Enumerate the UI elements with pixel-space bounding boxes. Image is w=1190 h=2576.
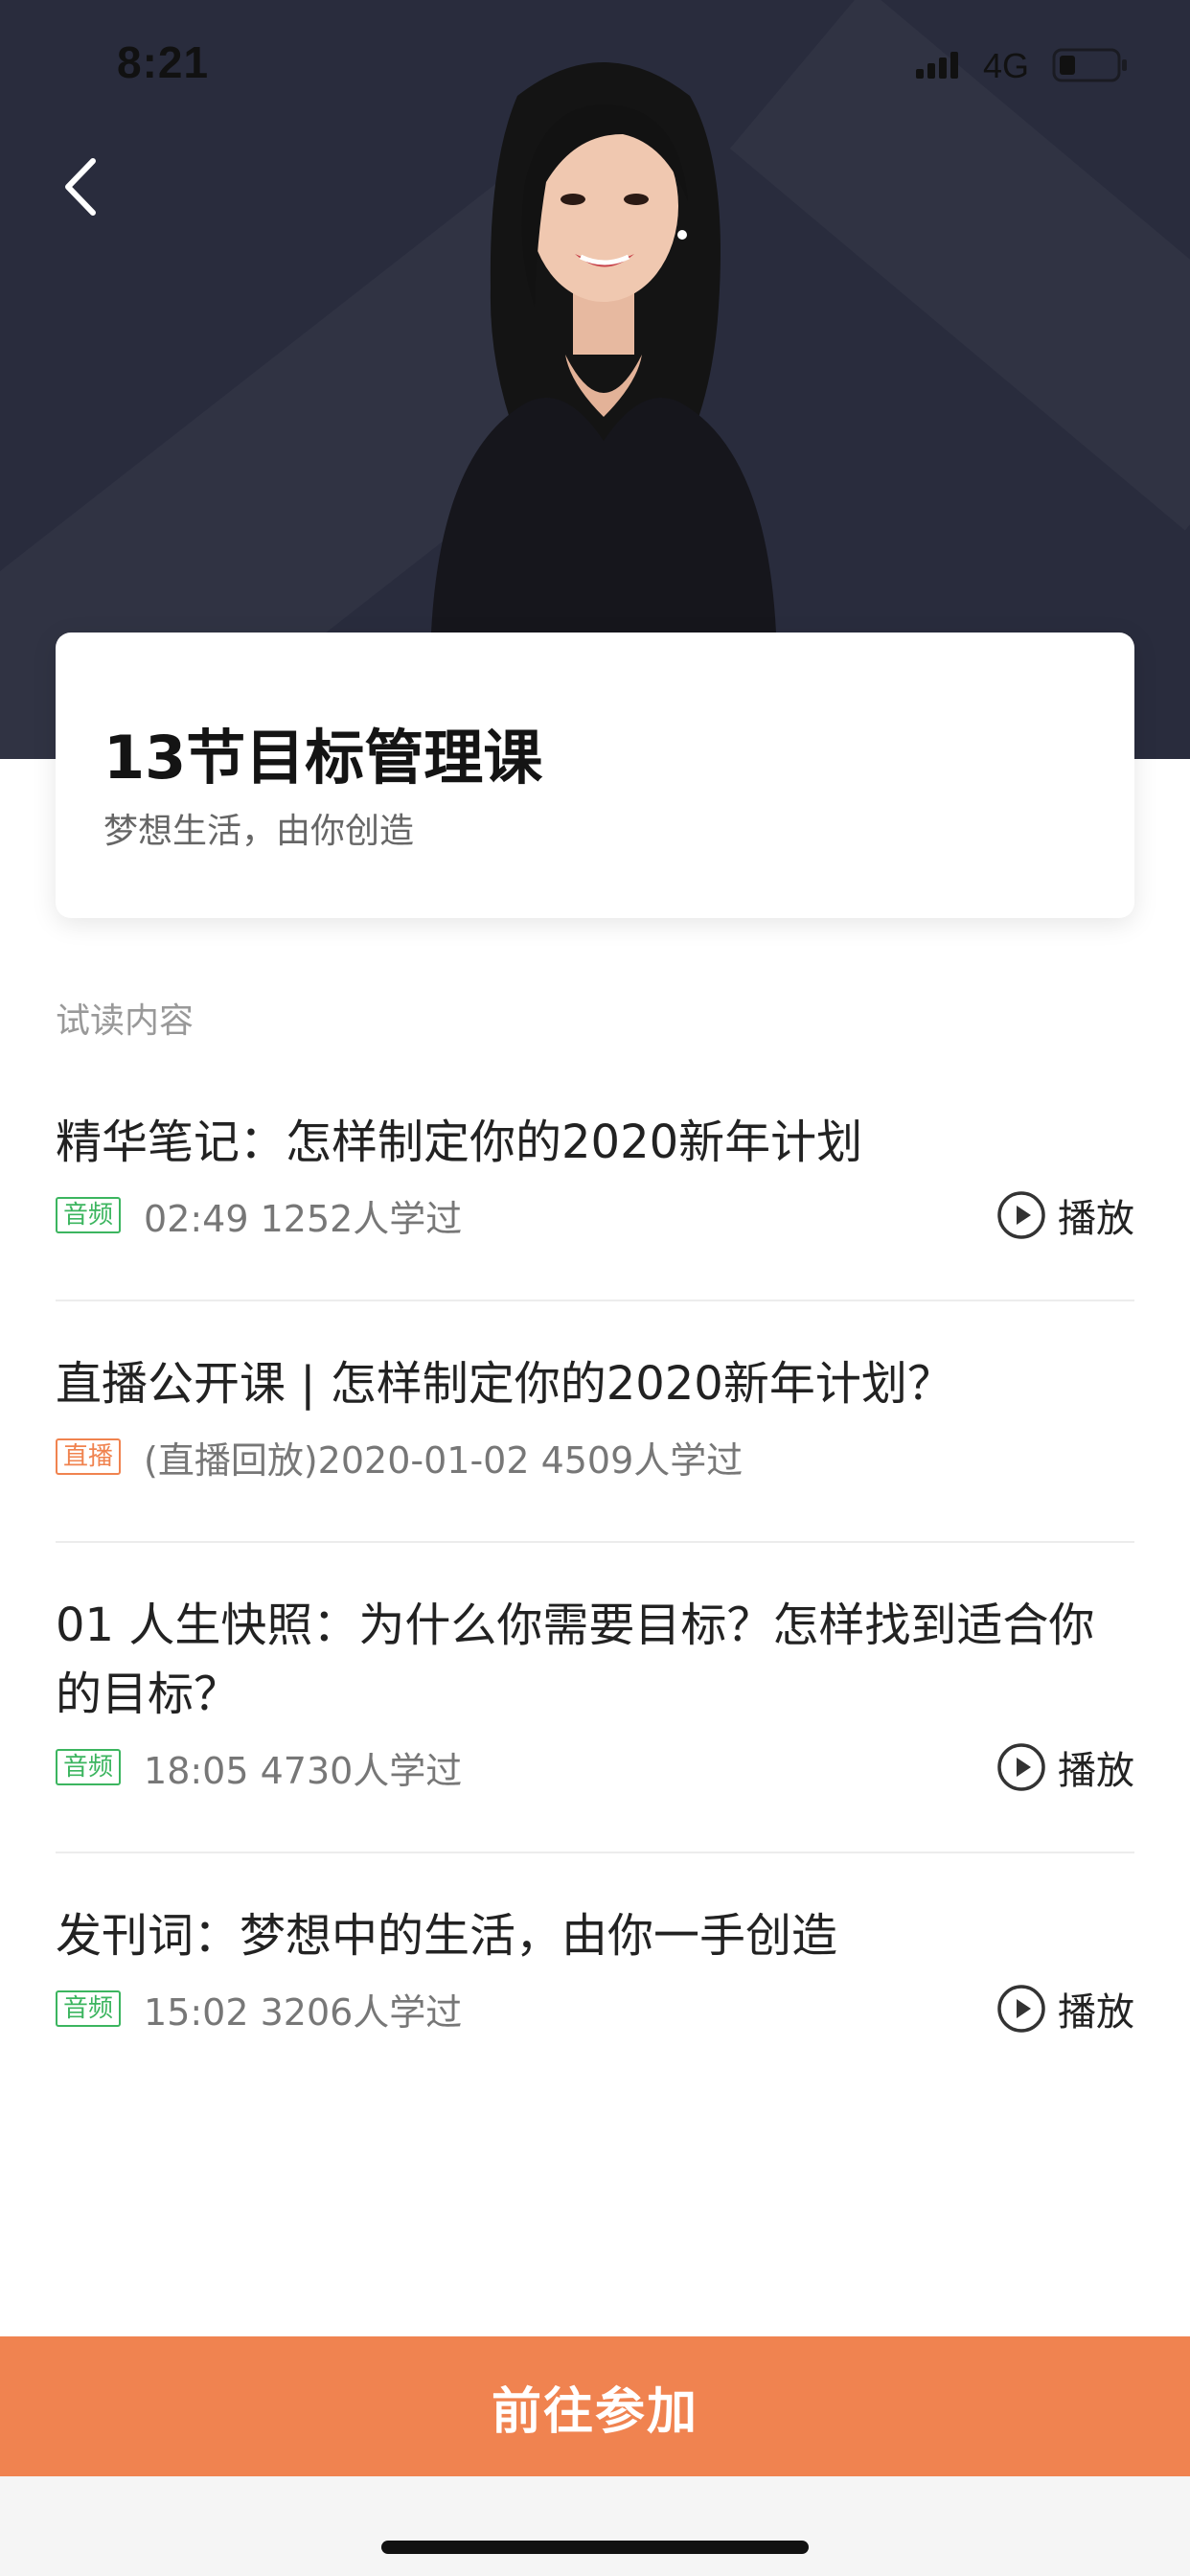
play-label: 播放 [1058, 1197, 1134, 1241]
back-button[interactable] [46, 144, 113, 230]
play-button[interactable]: 播放 [996, 1186, 1134, 1244]
lesson-title: 01 人生快照：为什么你需要目标？怎样找到适合你的目标？ [56, 1598, 1095, 1721]
network-label: 4G [983, 46, 1030, 85]
play-label: 播放 [1058, 1990, 1134, 2035]
live-tag: 直播 [56, 1438, 122, 1475]
play-circle-icon [997, 1743, 1045, 1791]
course-title: 13节目标管理课 [103, 723, 543, 793]
course-subtitle: 梦想生活，由你创造 [103, 812, 415, 851]
join-button[interactable]: 前往参加 [0, 2336, 1190, 2476]
lesson-meta: 18:05 4730人学过 [144, 1749, 463, 1792]
audio-tag: 音频 [56, 1197, 122, 1233]
lesson-item[interactable]: 直播公开课 | 怎样制定你的2020新年计划？ 直播 (直播回放)2020-01… [56, 1349, 1134, 1485]
play-circle-icon [997, 1985, 1045, 2033]
lesson-meta-row: 直播 (直播回放)2020-01-02 4509人学过 [56, 1428, 1134, 1485]
home-indicator[interactable] [381, 2541, 809, 2554]
status-bar: 8:21 4G [0, 0, 1190, 128]
lesson-item[interactable]: 发刊词：梦想中的生活，由你一手创造 音频 15:02 3206人学过 播放 [56, 1901, 1134, 2037]
lesson-item[interactable]: 精华笔记：怎样制定你的2020新年计划 音频 02:49 1252人学过 播放 [56, 1108, 1134, 1244]
lesson-meta: (直播回放)2020-01-02 4509人学过 [144, 1438, 744, 1482]
lesson-meta: 15:02 3206人学过 [144, 1990, 463, 2034]
lesson-meta-row: 音频 15:02 3206人学过 播放 [56, 1980, 1134, 2037]
lesson-title: 发刊词：梦想中的生活，由你一手创造 [56, 1909, 838, 1963]
divider [56, 1541, 1134, 1543]
lesson-item[interactable]: 01 人生快照：为什么你需要目标？怎样找到适合你的目标？ 音频 18:05 47… [56, 1591, 1134, 1796]
lesson-meta: 02:49 1252人学过 [144, 1197, 463, 1240]
divider [56, 1300, 1134, 1301]
signal-icon [916, 52, 958, 79]
audio-tag: 音频 [56, 1990, 122, 2027]
status-time: 8:21 [117, 37, 210, 87]
play-button[interactable]: 播放 [996, 1980, 1134, 2037]
course-title-card: 13节目标管理课 梦想生活，由你创造 [56, 632, 1134, 918]
lesson-title: 精华笔记：怎样制定你的2020新年计划 [56, 1116, 863, 1169]
divider [56, 1852, 1134, 1853]
chevron-left-icon [65, 158, 96, 216]
play-label: 播放 [1058, 1749, 1134, 1793]
home-indicator-area [0, 2476, 1190, 2576]
battery-icon [1052, 48, 1127, 82]
section-label: 试读内容 [56, 1001, 195, 1041]
play-button[interactable]: 播放 [996, 1738, 1134, 1796]
lesson-meta-row: 音频 02:49 1252人学过 播放 [56, 1186, 1134, 1244]
audio-tag: 音频 [56, 1749, 122, 1785]
play-circle-icon [997, 1191, 1045, 1239]
lesson-title: 直播公开课 | 怎样制定你的2020新年计划？ [56, 1357, 953, 1411]
lesson-meta-row: 音频 18:05 4730人学过 播放 [56, 1738, 1134, 1796]
